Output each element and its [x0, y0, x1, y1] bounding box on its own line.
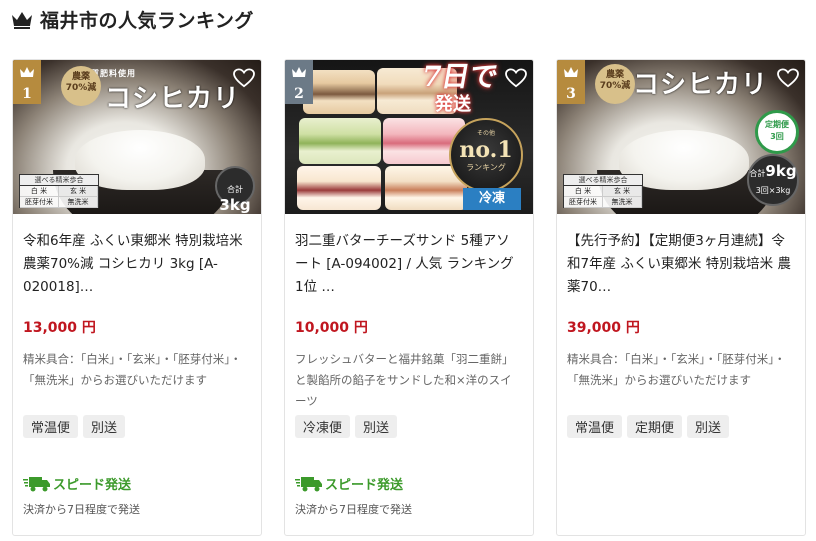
- product-price: 39,000 円: [567, 320, 640, 336]
- shipping-tags: 冷凍便 別送: [295, 415, 523, 438]
- crown-icon: [564, 67, 578, 77]
- weight-badge: 合計3kg: [215, 166, 255, 214]
- page-title: 福井市の人気ランキング: [40, 9, 254, 32]
- crown-icon: [12, 12, 32, 29]
- product-card[interactable]: 7日で 発送 その他 no.1 ランキング 冷凍 2 羽二重バターチーズサンド …: [284, 59, 534, 536]
- sweet-graphic: [299, 118, 381, 164]
- product-description: 精米具合：「白米」・「玄米」・「胚芽付米」・「無洗米」からお選びいただけます: [567, 352, 786, 387]
- crown-icon: [20, 67, 34, 77]
- shipping-tag: 別送: [687, 415, 730, 438]
- sweet-graphic: [297, 166, 381, 210]
- subscription-badge: 定期便 3回: [755, 110, 799, 154]
- weight-badge: 合計9kg 3回×3kg: [747, 154, 799, 206]
- product-card[interactable]: 有機質肥料使用 農薬 70%減 コシヒカリ 選べる精米歩合 白 米 玄 米 胚芽…: [12, 59, 262, 536]
- shipping-tag: 別送: [355, 415, 398, 438]
- product-image[interactable]: 7日で 発送 その他 no.1 ランキング 冷凍 2: [285, 60, 533, 214]
- product-title[interactable]: 令和6年産 ふくい東郷米 特別栽培米 農薬70%減 コシヒカリ 3kg [A-0…: [23, 230, 251, 300]
- pesticide-badge: 農薬 70%減: [595, 64, 635, 104]
- shipping-tags: 常温便 定期便 別送: [567, 415, 795, 438]
- shipping-tags: 常温便 別送: [23, 415, 251, 438]
- milling-options-box: 選べる精米歩合 白 米 玄 米 胚芽付米 無洗米: [19, 174, 99, 208]
- product-price: 13,000 円: [23, 320, 96, 336]
- section-heading: 福井市の人気ランキング: [10, 4, 254, 34]
- rank-badge: 3: [557, 60, 585, 104]
- favorite-heart-icon[interactable]: [777, 68, 799, 88]
- shipping-tag: 定期便: [627, 415, 683, 438]
- shipping-tag: 常温便: [23, 415, 79, 438]
- shipping-tag: 常温便: [567, 415, 623, 438]
- milling-options-box: 選べる精米歩合 白 米 玄 米 胚芽付米 無洗米: [563, 174, 643, 208]
- product-description: 精米具合：「白米」・「玄米」・「胚芽付米」・「無洗米」からお選びいただけます: [23, 352, 242, 387]
- image-headline-sub: 発送: [435, 94, 471, 115]
- favorite-heart-icon[interactable]: [505, 68, 527, 88]
- truck-icon: [295, 476, 322, 491]
- product-image[interactable]: 有機質肥料使用 農薬 70%減 コシヒカリ 選べる精米歩合 白 米 玄 米 胚芽…: [13, 60, 261, 214]
- shipping-tag: 別送: [83, 415, 126, 438]
- product-title[interactable]: 【先行予約】【定期便3ヶ月連続】令和7年産 ふくい東郷米 特別栽培米 農薬70…: [567, 230, 795, 300]
- product-card[interactable]: 農薬 70%減 コシヒカリ 定期便 3回 選べる精米歩合 白 米 玄 米 胚芽付…: [556, 59, 806, 536]
- speed-shipping-label: スピード発送: [53, 478, 132, 493]
- product-title[interactable]: 羽二重バターチーズサンド 5種アソート [A-094002] / 人気 ランキン…: [295, 230, 523, 300]
- pesticide-badge: 農薬 70%減: [61, 66, 101, 106]
- speed-shipping: スピード発送: [23, 474, 131, 493]
- speed-shipping-note: 決済から7日程度で発送: [23, 503, 140, 516]
- crown-icon: [292, 67, 306, 77]
- truck-icon: [23, 476, 50, 491]
- speed-shipping-note: 決済から7日程度で発送: [295, 503, 412, 516]
- rank-badge: 1: [13, 60, 41, 104]
- no1-ranking-badge: その他 no.1 ランキング: [449, 118, 523, 192]
- speed-shipping-label: スピード発送: [325, 478, 404, 493]
- favorite-heart-icon[interactable]: [233, 68, 255, 88]
- image-product-title: コシヒカリ: [105, 84, 241, 114]
- product-price: 10,000 円: [295, 320, 368, 336]
- product-image[interactable]: 農薬 70%減 コシヒカリ 定期便 3回 選べる精米歩合 白 米 玄 米 胚芽付…: [557, 60, 805, 214]
- image-product-title: コシヒカリ: [633, 70, 769, 100]
- sweet-graphic: [303, 70, 375, 114]
- shipping-tag: 冷凍便: [295, 415, 351, 438]
- frozen-label: 冷凍: [463, 188, 521, 210]
- rank-badge: 2: [285, 60, 313, 104]
- product-description: フレッシュバターと福井銘菓「羽二重餅」と製餡所の餡子をサンドした和×洋のスイーツ: [295, 352, 514, 408]
- speed-shipping: スピード発送: [295, 474, 403, 493]
